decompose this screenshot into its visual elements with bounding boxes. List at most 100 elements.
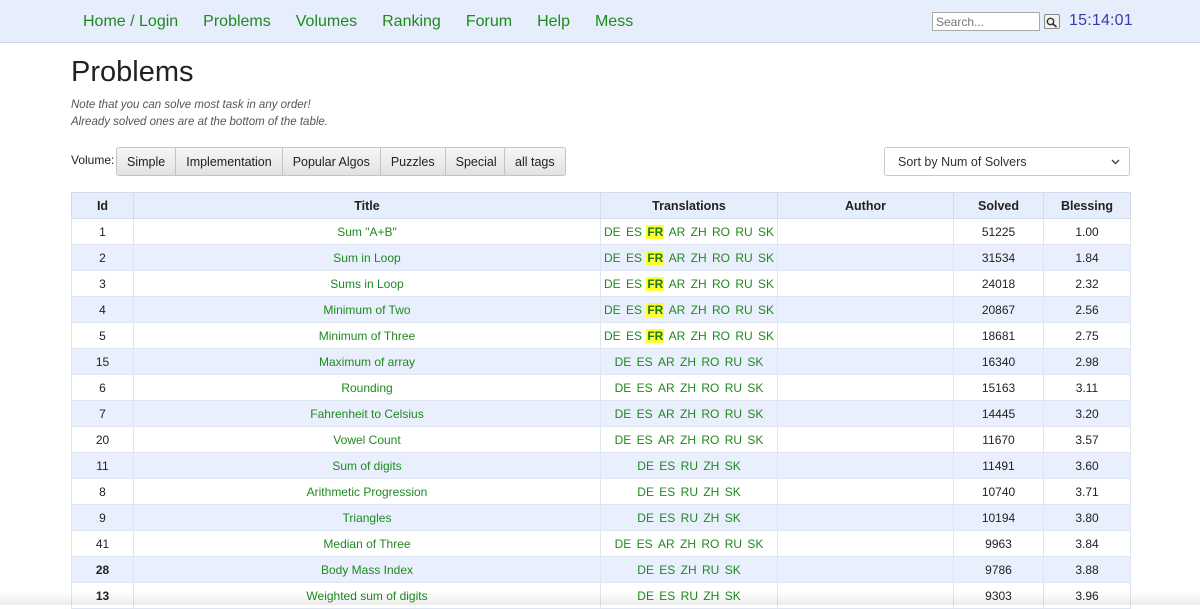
- translation-link-fr[interactable]: FR: [646, 250, 665, 265]
- translation-link-sk[interactable]: SK: [757, 303, 775, 317]
- problem-title-link[interactable]: Vowel Count: [333, 433, 400, 447]
- translation-link-ru[interactable]: RU: [724, 433, 743, 447]
- volume-special-button[interactable]: Special: [445, 147, 508, 176]
- translation-link-de[interactable]: DE: [603, 225, 622, 239]
- translation-link-zh[interactable]: ZH: [679, 433, 697, 447]
- problem-title-link[interactable]: Sum of digits: [332, 459, 401, 473]
- translation-link-ro[interactable]: RO: [700, 537, 720, 551]
- translation-link-ru[interactable]: RU: [680, 589, 699, 603]
- translation-link-de[interactable]: DE: [603, 329, 622, 343]
- translation-link-ru[interactable]: RU: [680, 511, 699, 525]
- problem-title-link[interactable]: Maximum of array: [319, 355, 415, 369]
- translation-link-ru[interactable]: RU: [680, 459, 699, 473]
- translation-link-de[interactable]: DE: [603, 277, 622, 291]
- translation-link-es[interactable]: ES: [658, 485, 676, 499]
- translation-link-ar[interactable]: AR: [668, 225, 687, 239]
- nav-link-help[interactable]: Help: [537, 13, 570, 31]
- header-title[interactable]: Title: [133, 192, 601, 219]
- translation-link-sk[interactable]: SK: [724, 485, 742, 499]
- translation-link-zh[interactable]: ZH: [690, 251, 708, 265]
- translation-link-ru[interactable]: RU: [734, 277, 753, 291]
- all-tags-button[interactable]: all tags: [504, 147, 566, 176]
- translation-link-es[interactable]: ES: [636, 355, 654, 369]
- translation-link-sk[interactable]: SK: [746, 433, 764, 447]
- translation-link-es[interactable]: ES: [658, 511, 676, 525]
- translation-link-zh[interactable]: ZH: [702, 459, 720, 473]
- translation-link-de[interactable]: DE: [636, 589, 655, 603]
- translation-link-de[interactable]: DE: [636, 511, 655, 525]
- translation-link-ro[interactable]: RO: [711, 277, 731, 291]
- translation-link-ro[interactable]: RO: [711, 251, 731, 265]
- translation-link-ar[interactable]: AR: [657, 355, 676, 369]
- translation-link-zh[interactable]: ZH: [679, 537, 697, 551]
- translation-link-sk[interactable]: SK: [746, 355, 764, 369]
- translation-link-es[interactable]: ES: [625, 329, 643, 343]
- translation-link-ru[interactable]: RU: [680, 485, 699, 499]
- problem-title-link[interactable]: Sums in Loop: [330, 277, 403, 291]
- translation-link-fr[interactable]: FR: [646, 276, 665, 291]
- translation-link-sk[interactable]: SK: [724, 589, 742, 603]
- translation-link-ar[interactable]: AR: [657, 537, 676, 551]
- translation-link-de[interactable]: DE: [614, 537, 633, 551]
- translation-link-sk[interactable]: SK: [746, 537, 764, 551]
- translation-link-de[interactable]: DE: [614, 355, 633, 369]
- translation-link-de[interactable]: DE: [614, 381, 633, 395]
- translation-link-fr[interactable]: FR: [646, 328, 665, 343]
- volume-simple-button[interactable]: Simple: [116, 147, 177, 176]
- translation-link-es[interactable]: ES: [658, 589, 676, 603]
- translation-link-es[interactable]: ES: [658, 563, 676, 577]
- translation-link-zh[interactable]: ZH: [690, 225, 708, 239]
- problem-title-link[interactable]: Sum "A+B": [337, 225, 397, 239]
- translation-link-es[interactable]: ES: [625, 303, 643, 317]
- translation-link-de[interactable]: DE: [636, 563, 655, 577]
- translation-link-de[interactable]: DE: [636, 485, 655, 499]
- translation-link-zh[interactable]: ZH: [680, 563, 698, 577]
- translation-link-ru[interactable]: RU: [724, 381, 743, 395]
- problem-title-link[interactable]: Body Mass Index: [321, 563, 413, 577]
- translation-link-ar[interactable]: AR: [668, 303, 687, 317]
- translation-link-de[interactable]: DE: [603, 303, 622, 317]
- translation-link-ro[interactable]: RO: [711, 303, 731, 317]
- translation-link-zh[interactable]: ZH: [702, 485, 720, 499]
- translation-link-de[interactable]: DE: [603, 251, 622, 265]
- translation-link-ro[interactable]: RO: [700, 407, 720, 421]
- nav-link-forum[interactable]: Forum: [466, 13, 512, 31]
- translation-link-ru[interactable]: RU: [734, 251, 753, 265]
- translation-link-ar[interactable]: AR: [668, 251, 687, 265]
- translation-link-de[interactable]: DE: [614, 433, 633, 447]
- translation-link-es[interactable]: ES: [636, 537, 654, 551]
- problem-title-link[interactable]: Minimum of Two: [323, 303, 410, 317]
- translation-link-es[interactable]: ES: [625, 251, 643, 265]
- nav-link-home-login[interactable]: Home / Login: [83, 13, 178, 31]
- translation-link-ru[interactable]: RU: [724, 537, 743, 551]
- translation-link-ru[interactable]: RU: [724, 355, 743, 369]
- volume-puzzles-button[interactable]: Puzzles: [380, 147, 446, 176]
- translation-link-ar[interactable]: AR: [657, 381, 676, 395]
- problem-title-link[interactable]: Median of Three: [323, 537, 410, 551]
- translation-link-es[interactable]: ES: [636, 381, 654, 395]
- translation-link-ro[interactable]: RO: [711, 329, 731, 343]
- translation-link-sk[interactable]: SK: [746, 381, 764, 395]
- translation-link-ro[interactable]: RO: [711, 225, 731, 239]
- translation-link-zh[interactable]: ZH: [679, 381, 697, 395]
- translation-link-sk[interactable]: SK: [757, 251, 775, 265]
- nav-link-mess[interactable]: Mess: [595, 13, 633, 31]
- translation-link-sk[interactable]: SK: [757, 329, 775, 343]
- translation-link-sk[interactable]: SK: [757, 277, 775, 291]
- search-input[interactable]: [932, 12, 1040, 31]
- translation-link-es[interactable]: ES: [658, 459, 676, 473]
- translation-link-zh[interactable]: ZH: [679, 407, 697, 421]
- translation-link-de[interactable]: DE: [614, 407, 633, 421]
- translation-link-de[interactable]: DE: [636, 459, 655, 473]
- problem-title-link[interactable]: Fahrenheit to Celsius: [310, 407, 423, 421]
- translation-link-ar[interactable]: AR: [668, 277, 687, 291]
- translation-link-sk[interactable]: SK: [724, 563, 742, 577]
- translation-link-zh[interactable]: ZH: [702, 511, 720, 525]
- translation-link-zh[interactable]: ZH: [679, 355, 697, 369]
- header-author[interactable]: Author: [777, 192, 954, 219]
- problem-title-link[interactable]: Weighted sum of digits: [306, 589, 427, 603]
- header-blessing[interactable]: Blessing: [1043, 192, 1131, 219]
- nav-link-problems[interactable]: Problems: [203, 13, 271, 31]
- translation-link-ar[interactable]: AR: [657, 407, 676, 421]
- translation-link-ro[interactable]: RO: [700, 381, 720, 395]
